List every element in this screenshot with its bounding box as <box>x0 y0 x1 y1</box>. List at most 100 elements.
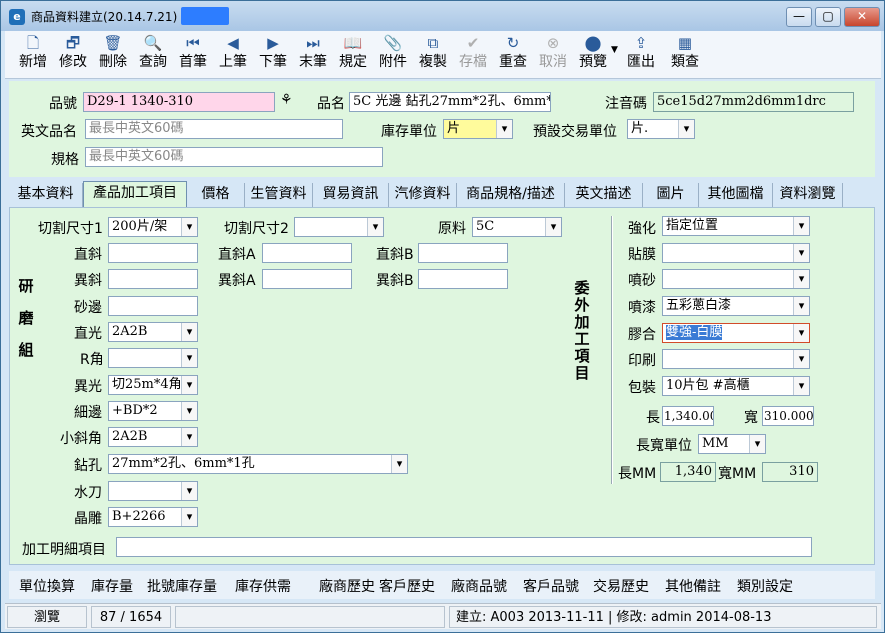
close-button[interactable]: ✕ <box>844 7 880 27</box>
odd-polish-select[interactable]: 切25m*4角 <box>108 375 198 395</box>
link-1[interactable]: 庫存量 <box>91 576 133 596</box>
material-select[interactable]: 5C <box>472 217 562 237</box>
laminated-select[interactable]: 雙強-白膜 <box>662 323 810 343</box>
en-name-label: 英文品名 <box>21 124 77 140</box>
toolbar-button-1[interactable]: 🗗 修改 <box>53 34 93 76</box>
title-bar[interactable]: e 商品資料建立(20.14.7.21) - — ▢ ✕ <box>1 1 884 31</box>
link-8[interactable]: 交易歷史 <box>593 576 649 596</box>
tab-10[interactable]: 資料瀏覽 <box>773 183 843 207</box>
link-6[interactable]: 廠商品號 <box>451 576 507 596</box>
tempering-select[interactable]: 指定位置 <box>662 216 810 236</box>
cut2-select[interactable] <box>294 217 384 237</box>
link-5[interactable]: 客戶歷史 <box>379 576 435 596</box>
straight-polish-select[interactable]: 2A2B <box>108 322 198 342</box>
link-2[interactable]: 批號庫存量 <box>147 576 217 596</box>
preview-dropdown-arrow-icon[interactable]: ▼ <box>611 45 618 55</box>
trade-unit-select[interactable]: 片. <box>627 119 695 139</box>
link-9[interactable]: 其他備註 <box>665 576 721 596</box>
phonetic-field[interactable]: 5ce15d27mm2d6mm1drc <box>653 92 854 112</box>
tab-8[interactable]: 圖片 <box>643 183 699 207</box>
drill-select[interactable]: 27mm*2孔、6mm*1孔 <box>108 454 408 474</box>
water-knife-label: 水刀 <box>74 485 102 501</box>
link-10[interactable]: 類別設定 <box>737 576 793 596</box>
toolbar-button-11: ✔ 存檔 <box>453 34 493 76</box>
product-name-label: 品名 <box>317 96 345 112</box>
paint-select[interactable]: 五彩蔥白漆 <box>662 296 810 316</box>
odd-bevel-a-field[interactable] <box>262 269 352 289</box>
size-unit-select[interactable]: MM <box>698 434 766 454</box>
detail-field[interactable] <box>116 537 812 557</box>
small-bevel-select[interactable]: 2A2B <box>108 427 198 447</box>
tab-1[interactable]: 產品加工項目 <box>83 181 187 207</box>
size-unit-label: 長寬單位 <box>636 438 692 454</box>
toolbar-button-15[interactable]: ⇪ 匯出 <box>621 34 661 76</box>
straight-bevel-a-field[interactable] <box>262 243 352 263</box>
fine-edge-select[interactable]: +BD*2 <box>108 401 198 421</box>
en-name-field[interactable]: 最長中英文60碼 <box>85 119 343 139</box>
stock-unit-select[interactable]: 片 <box>443 119 513 139</box>
sand-edge-field[interactable] <box>108 296 198 316</box>
r-corner-select[interactable] <box>108 348 198 368</box>
carving-select[interactable]: B+2266 <box>108 507 198 527</box>
lamination-label: 貼膜 <box>628 247 656 263</box>
toolbar-button-8[interactable]: 📖 規定 <box>333 34 373 76</box>
product-no-field[interactable]: D29-1 1340-310 <box>83 92 275 112</box>
link-0[interactable]: 單位換算 <box>19 576 75 596</box>
outsource-group-label: 委外加工項目 <box>574 279 590 382</box>
tempering-label: 強化 <box>628 221 656 237</box>
link-7[interactable]: 客戶品號 <box>523 576 579 596</box>
prev-record-icon: ◀ <box>227 34 239 52</box>
tab-4[interactable]: 貿易資訊 <box>313 183 389 207</box>
odd-bevel-b-field[interactable] <box>418 269 508 289</box>
link-3[interactable]: 庫存供需 <box>235 576 291 596</box>
toolbar-button-5[interactable]: ◀ 上筆 <box>213 34 253 76</box>
tab-6[interactable]: 商品規格/描述 <box>457 183 565 207</box>
drill-label: 鉆孔 <box>74 458 102 474</box>
toolbar-button-14[interactable]: ⬤ 預覽 <box>573 34 613 76</box>
straight-bevel-a-label: 直斜A <box>218 247 256 263</box>
tab-9[interactable]: 其他圖檔 <box>699 183 773 207</box>
toolbar-button-9[interactable]: 📎 附件 <box>373 34 413 76</box>
water-knife-select[interactable] <box>108 481 198 501</box>
spec-field[interactable]: 最長中英文60碼 <box>85 147 383 167</box>
cut1-select[interactable]: 200片/架 <box>108 217 198 237</box>
toolbar-button-label: 存檔 <box>459 54 487 70</box>
tab-0[interactable]: 基本資料 <box>9 183 83 207</box>
next-record-icon: ▶ <box>267 34 279 52</box>
toolbar-button-label: 首筆 <box>179 54 207 70</box>
length-field[interactable]: 1,340.000 <box>662 406 714 426</box>
spec-label: 規格 <box>51 152 79 168</box>
tree-icon[interactable]: ⚘ <box>280 92 293 108</box>
toolbar-button-7[interactable]: ⏭ 末筆 <box>293 34 333 76</box>
straight-polish-label: 直光 <box>74 326 102 342</box>
print-select[interactable] <box>662 349 810 369</box>
lamination-select[interactable] <box>662 243 810 263</box>
length-mm-field: 1,340 <box>660 462 716 482</box>
toolbar-button-2[interactable]: 🗑 刪除 <box>93 34 133 76</box>
width-field[interactable]: 310.000 <box>762 406 814 426</box>
toolbar-button-16[interactable]: ▦ 類查 <box>665 34 705 76</box>
toolbar-button-4[interactable]: ⏮ 首筆 <box>173 34 213 76</box>
link-4[interactable]: 廠商歷史 <box>319 576 375 596</box>
straight-bevel-field[interactable] <box>108 243 198 263</box>
function-link-bar: 單位換算 庫存量 批號庫存量 庫存供需 廠商歷史 客戶歷史 廠商品號 客戶品號 交易歷史 其他備註… <box>9 571 875 599</box>
packing-select[interactable]: 10片包 #高櫃 <box>662 376 810 396</box>
status-empty <box>175 606 445 628</box>
laminated-selected-text: 雙強-白膜 <box>666 325 723 340</box>
straight-bevel-b-field[interactable] <box>418 243 508 263</box>
tab-2[interactable]: 價格 <box>187 183 245 207</box>
toolbar-button-12[interactable]: ↻ 重查 <box>493 34 533 76</box>
product-name-field[interactable]: 5C 光邊 鉆孔27mm*2孔、6mm* <box>349 92 551 112</box>
tab-5[interactable]: 汽修資料 <box>389 183 457 207</box>
maximize-button[interactable]: ▢ <box>815 7 841 27</box>
toolbar-button-10[interactable]: ⧉ 複製 <box>413 34 453 76</box>
tab-7[interactable]: 英文描述 <box>565 183 643 207</box>
toolbar-button-6[interactable]: ▶ 下筆 <box>253 34 293 76</box>
status-mode: 瀏覽 <box>7 606 87 628</box>
toolbar-button-3[interactable]: 🔍 查詢 <box>133 34 173 76</box>
odd-bevel-field[interactable] <box>108 269 198 289</box>
sandblast-select[interactable] <box>662 269 810 289</box>
minimize-button[interactable]: — <box>786 7 812 27</box>
toolbar-button-0[interactable]: 🗋 新增 <box>13 34 53 76</box>
tab-3[interactable]: 生管資料 <box>245 183 313 207</box>
